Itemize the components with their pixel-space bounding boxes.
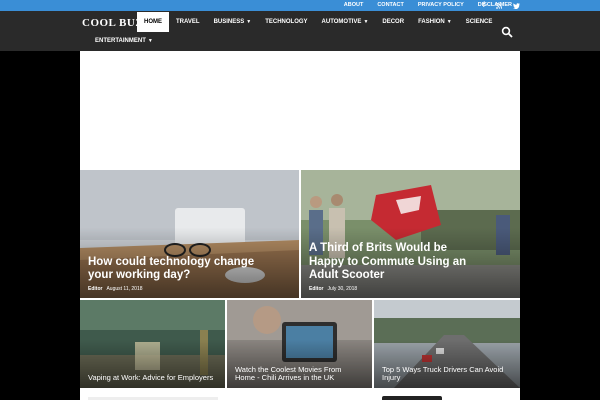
post-date: August 11, 2018 [106, 286, 143, 292]
main-menu-row-2: ENTERTAINMENT ▼ [88, 31, 160, 51]
menu-label: DECOR [382, 19, 405, 25]
post-date: July 30, 2018 [327, 286, 358, 292]
chevron-down-icon: ▼ [446, 19, 452, 25]
post-title[interactable]: Vaping at Work: Advice for Employers [88, 374, 215, 383]
menu-label: BUSINESS [213, 19, 245, 25]
twitter-icon[interactable] [513, 0, 520, 11]
menu-label: AUTOMOTIVE [321, 19, 362, 25]
main-header: COOL BUZZ HOME TRAVEL BUSINESS ▼ TECHNOLO… [0, 11, 600, 51]
rss-icon[interactable] [496, 0, 502, 11]
menu-label: HOME [144, 19, 162, 25]
facebook-icon[interactable]: f [483, 0, 485, 11]
post-author[interactable]: Editor [88, 286, 102, 292]
post-title[interactable]: Top 5 Ways Truck Drivers Can Avoid Injur… [382, 365, 510, 383]
post-title[interactable]: Watch the Coolest Movies From Home - Chi… [235, 365, 362, 383]
menu-item-technology[interactable]: TECHNOLOGY [258, 12, 314, 32]
top-link-contact[interactable]: CONTACT [377, 0, 403, 11]
post-author[interactable]: Editor [309, 286, 323, 292]
menu-label: SCIENCE [465, 19, 493, 25]
post-title[interactable]: How could technology change your working… [88, 256, 259, 282]
menu-label: TRAVEL [176, 19, 200, 25]
featured-post-2[interactable]: A Third of Brits Would be Happy to Commu… [301, 170, 520, 298]
menu-item-decor[interactable]: DECOR [375, 12, 411, 32]
menu-label: ENTERTAINMENT [95, 38, 146, 44]
chevron-down-icon: ▼ [363, 19, 369, 25]
search-icon[interactable] [501, 26, 513, 38]
post-meta: Editor July 30, 2018 [309, 286, 357, 292]
chevron-down-icon: ▼ [246, 19, 252, 25]
menu-label: FASHION [418, 19, 445, 25]
menu-item-business[interactable]: BUSINESS ▼ [207, 12, 259, 32]
menu-item-fashion[interactable]: FASHION ▼ [411, 12, 459, 32]
top-link-about[interactable]: ABOUT [344, 0, 364, 11]
post-meta: Editor August 11, 2018 [88, 286, 143, 292]
menu-item-entertainment[interactable]: ENTERTAINMENT ▼ [88, 31, 160, 51]
menu-item-travel[interactable]: TRAVEL [169, 12, 207, 32]
post-title[interactable]: A Third of Brits Would be Happy to Commu… [309, 242, 480, 282]
chevron-down-icon: ▼ [147, 38, 153, 44]
secondary-post-3[interactable]: Top 5 Ways Truck Drivers Can Avoid Injur… [374, 300, 520, 388]
menu-item-home[interactable]: HOME [137, 12, 169, 32]
secondary-post-1[interactable]: Vaping at Work: Advice for Employers [80, 300, 225, 388]
bottom-block [382, 396, 442, 400]
social-links: f [483, 0, 520, 11]
secondary-post-2[interactable]: Watch the Coolest Movies From Home - Chi… [227, 300, 372, 388]
menu-item-science[interactable]: SCIENCE [459, 12, 500, 32]
menu-item-automotive[interactable]: AUTOMOTIVE ▼ [315, 12, 376, 32]
main-menu: HOME TRAVEL BUSINESS ▼ TECHNOLOGY AUTOMOT… [137, 12, 499, 32]
menu-label: TECHNOLOGY [265, 19, 308, 25]
top-link-privacy-policy[interactable]: PRIVACY POLICY [418, 0, 464, 11]
featured-post-1[interactable]: How could technology change your working… [80, 170, 299, 298]
